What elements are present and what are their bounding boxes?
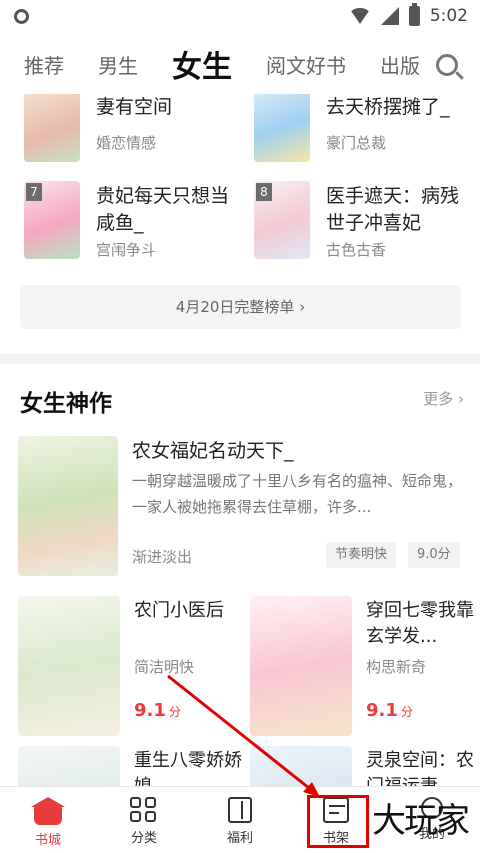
signal-icon [380,7,399,25]
grid-book-style: 简洁明快 [134,658,195,676]
nav-bookstore[interactable]: 书城 [0,787,96,853]
category-icon [130,797,158,823]
rank-badge: 8 [256,183,272,201]
rank-book-genre: 豪门总裁 [326,134,387,152]
rank-book-item[interactable]: 7 贵妃每天只想当咸鱼_ 宫闱争斗 [24,181,244,271]
grid-book-title: 灵泉空间：农门福运妻 [366,750,474,786]
book-cover: 7 [24,181,80,259]
nav-category[interactable]: 分类 [96,787,192,853]
notification-icon [14,9,29,24]
home-icon [31,797,65,825]
grid-book-item[interactable]: 灵泉空间：农门福运妻 [250,746,474,786]
book-cover [18,746,120,786]
rank-book-item[interactable]: 妻有空间 婚恋情感 [24,94,244,174]
grid-book-title: 农门小医后 [134,600,224,621]
rank-book-title: 医手遮天：病残世子冲喜妃 [326,185,460,234]
grid-book-score: 9.1 分 [366,700,413,721]
featured-book[interactable]: 农女福妃名动天下_ 一朝穿越温暖成了十里八乡有名的瘟神、短命鬼，一家人被她拖累得… [18,436,462,576]
section-divider [0,354,480,364]
featured-book-title: 农女福妃名动天下_ [132,440,294,462]
nav-label: 分类 [130,831,157,846]
nav-welfare[interactable]: 福利 [192,787,288,853]
grid-book-title: 穿回七零我靠玄学发... [366,600,474,647]
main-content: 妻有空间 婚恋情感 去天桥摆摊了_ 豪门总裁 7 贵妃每天只想当咸鱼_ 宫闱争斗… [0,94,480,786]
featured-book-description: 一朝穿越温暖成了十里八乡有名的瘟神、短命鬼，一家人被她拖累得去住草棚，许多... [132,472,463,516]
book-cover [250,596,352,736]
status-bar: 5:02 [0,0,480,34]
featured-book-author: 渐进淡出 [132,548,193,566]
section-header: 女生神作 更多 › [20,384,464,417]
tab-male[interactable]: 男生 [98,50,138,79]
ranking-row: 7 贵妃每天只想当咸鱼_ 宫闱争斗 8 医手遮天：病残世子冲喜妃 古色古香 [0,181,480,271]
featured-book-tag: 节奏明快 [326,542,397,568]
grid-book-score: 9.1 分 [134,700,181,721]
tab-publishing[interactable]: 出版 [380,50,420,79]
book-cover: 8 [254,181,310,259]
book-cover [18,436,118,576]
grid-book-title: 重生八零娇娇媳 [134,750,242,786]
rank-book-title: 妻有空间 [96,96,173,118]
nav-label: 福利 [226,831,253,846]
score-value: 9.1 [366,700,398,721]
grid-book-item[interactable]: 重生八零娇娇媳 [18,746,242,786]
tab-recommend[interactable]: 推荐 [24,50,64,79]
status-time: 5:02 [429,6,468,26]
rank-book-item[interactable]: 8 医手遮天：病残世子冲喜妃 古色古香 [254,181,474,271]
top-tab-bar: 推荐 男生 女生 阅文好书 出版 [0,34,480,94]
ranking-row: 妻有空间 婚恋情感 去天桥摆摊了_ 豪门总裁 [0,94,480,174]
section-title: 女生神作 [20,391,112,417]
score-value: 9.1 [134,700,166,721]
search-icon[interactable] [436,54,458,76]
rank-book-genre: 婚恋情感 [96,134,157,152]
gift-icon [228,797,252,823]
grid-book-item[interactable]: 穿回七零我靠玄学发... 构思新奇 9.1 分 [250,596,474,736]
more-link[interactable]: 更多 › [423,388,464,409]
rank-book-title: 贵妃每天只想当咸鱼_ [96,185,230,234]
grid-book-item[interactable]: 农门小医后 简洁明快 9.1 分 [18,596,238,736]
book-cover [24,94,80,162]
nav-label: 书城 [34,833,61,848]
score-unit: 分 [400,705,413,719]
rank-badge: 7 [26,183,42,201]
book-cover [254,94,310,162]
featured-book-score: 9.0分 [408,542,460,568]
rank-book-title: 去天桥摆摊了_ [326,96,450,118]
rank-book-genre: 宫闱争斗 [96,241,157,259]
watermark-text: 大玩家 [372,801,470,841]
rank-book-genre: 古色古香 [326,241,387,259]
score-unit: 分 [168,705,181,719]
book-cover [250,746,352,786]
tab-female[interactable]: 女生 [172,42,232,86]
tab-good-books[interactable]: 阅文好书 [266,50,346,79]
wifi-icon [348,8,371,24]
annotation-box [307,795,369,848]
rank-book-item[interactable]: 去天桥摆摊了_ 豪门总裁 [254,94,474,174]
book-cover [18,596,120,736]
full-ranking-button[interactable]: 4月20日完整榜单 › [20,285,461,329]
battery-icon [408,3,420,26]
grid-book-style: 构思新奇 [366,658,427,676]
